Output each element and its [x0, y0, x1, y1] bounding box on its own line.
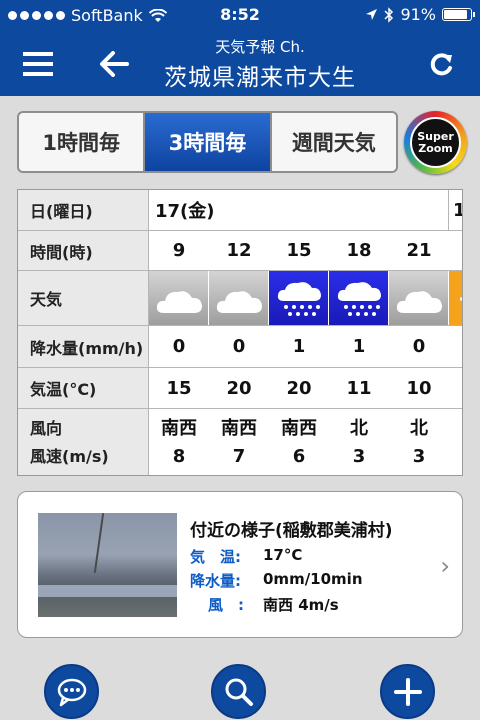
battery-percent: 91% — [400, 5, 436, 24]
wind-row: 風向 風速(m/s) 南西 8 南西 7 南西 6 北3 北3 — [18, 409, 462, 475]
refresh-button[interactable] — [422, 44, 462, 84]
wind-speed: 8 — [172, 446, 186, 467]
battery-icon — [442, 8, 475, 21]
time-cell: 18 — [346, 240, 372, 261]
interval-tabs: 1時間毎 3時間毎 週間天気 — [17, 111, 398, 173]
wind-speed: 3 — [412, 446, 426, 467]
cloud-icon — [149, 271, 209, 325]
temp-row: 気温(°C) 15 20 20 11 10 — [18, 368, 462, 409]
temp-cell: 15 — [166, 377, 192, 399]
super-zoom-icon: Super Zoom — [410, 117, 461, 168]
search-icon — [225, 678, 253, 706]
temp-cell: 11 — [346, 377, 372, 399]
precip-cell: 1 — [352, 336, 366, 357]
wind-direction: 南西 — [281, 418, 317, 439]
precip-row: 降水量(mm/h) 0 0 1 1 0 — [18, 326, 462, 368]
time-cell: 21 — [406, 240, 432, 261]
bluetooth-icon — [384, 6, 394, 23]
time-row-label: 時間(時) — [18, 231, 149, 270]
search-button[interactable] — [211, 664, 266, 719]
temp-cell: 20 — [226, 377, 252, 399]
wind-cell: 北3 — [389, 409, 449, 475]
nearby-precip: 降水量: 0mm/10min — [190, 570, 363, 591]
precip-value: 0mm/10min — [263, 570, 363, 588]
day-row: 日(曜日) 17(金) 18 — [18, 190, 462, 231]
wind-direction-label: 風向 — [30, 419, 63, 438]
wind-speed: 3 — [352, 446, 366, 467]
rain-icon — [269, 271, 329, 325]
tab-hourly[interactable]: 1時間毎 — [19, 113, 146, 171]
wind-direction: 北 — [410, 418, 428, 439]
precip-cell: 0 — [412, 336, 426, 357]
temp-cell: 20 — [286, 377, 312, 399]
cloud-icon — [389, 271, 449, 325]
nearby-wind: 風 : 南西 4m/s — [190, 594, 339, 615]
refresh-icon — [430, 53, 452, 76]
rain-icon — [329, 271, 389, 325]
weather-row-label: 天気 — [18, 271, 149, 325]
day-row-label: 日(曜日) — [18, 190, 149, 230]
wind-cell: 南西 7 — [209, 409, 269, 475]
wind-value: 南西 4m/s — [263, 596, 339, 614]
time-cell: 15 — [286, 240, 312, 261]
nearby-temp: 気 温: 17°C — [190, 546, 302, 567]
temp-value: 17°C — [263, 546, 303, 564]
precip-row-label: 降水量(mm/h) — [18, 326, 149, 367]
wind-row-label: 風向 風速(m/s) — [18, 409, 149, 475]
next-day-value: 18 — [448, 190, 462, 230]
temp-row-label: 気温(°C) — [18, 368, 149, 408]
sun-icon — [449, 271, 462, 325]
wind-label: 風 : — [208, 596, 244, 614]
wind-cell: 南西 6 — [269, 409, 329, 475]
wind-direction: 北 — [350, 418, 368, 439]
super-zoom-button[interactable]: Super Zoom — [404, 111, 467, 174]
temp-cell: 10 — [406, 377, 432, 399]
page-title: 茨城県潮来市大生 — [164, 65, 356, 91]
nearby-title: 付近の様子(稲敷郡美浦村) — [190, 521, 393, 541]
wind-cell: 北3 — [329, 409, 389, 475]
live-camera-photo — [38, 513, 177, 617]
chevron-right-icon: › — [440, 552, 450, 580]
wind-speed-label: 風速(m/s) — [30, 447, 109, 466]
nearby-conditions-panel[interactable]: 付近の様子(稲敷郡美浦村) 気 温: 17°C 降水量: 0mm/10min 風… — [17, 491, 463, 638]
wind-direction: 南西 — [161, 418, 197, 439]
precip-cell: 0 — [232, 336, 246, 357]
precip-cell: 1 — [292, 336, 306, 357]
forecast-table: 日(曜日) 17(金) 18 時間(時) 9 12 15 18 21 天気 降水… — [17, 189, 463, 476]
wind-cell: 南西 8 — [149, 409, 209, 475]
status-bar: SoftBank 8:52 91% — [0, 0, 480, 30]
precip-cell: 0 — [172, 336, 186, 357]
location-icon — [366, 9, 378, 20]
chat-button[interactable] — [44, 664, 99, 719]
navigation-bar: 天気予報 Ch. 茨城県潮来市大生 — [0, 30, 480, 96]
weather-row: 天気 — [18, 271, 462, 326]
time-row: 時間(時) 9 12 15 18 21 — [18, 231, 462, 271]
time-cell: 9 — [172, 240, 186, 261]
plus-icon — [393, 677, 422, 706]
wind-speed: 6 — [292, 446, 306, 467]
channel-subtitle: 天気予報 Ch. — [215, 38, 305, 56]
wind-direction: 南西 — [221, 418, 257, 439]
tab-3-hourly[interactable]: 3時間毎 — [145, 113, 272, 171]
chat-bubble-icon — [57, 678, 86, 706]
add-button[interactable] — [380, 664, 435, 719]
day-value: 17(金) — [155, 201, 215, 222]
temp-label: 気 温: — [190, 548, 241, 566]
tab-weekly[interactable]: 週間天気 — [272, 113, 396, 171]
wind-speed: 7 — [232, 446, 246, 467]
cloud-icon — [209, 271, 269, 325]
precip-label: 降水量: — [190, 572, 241, 590]
time-cell: 12 — [226, 240, 252, 261]
